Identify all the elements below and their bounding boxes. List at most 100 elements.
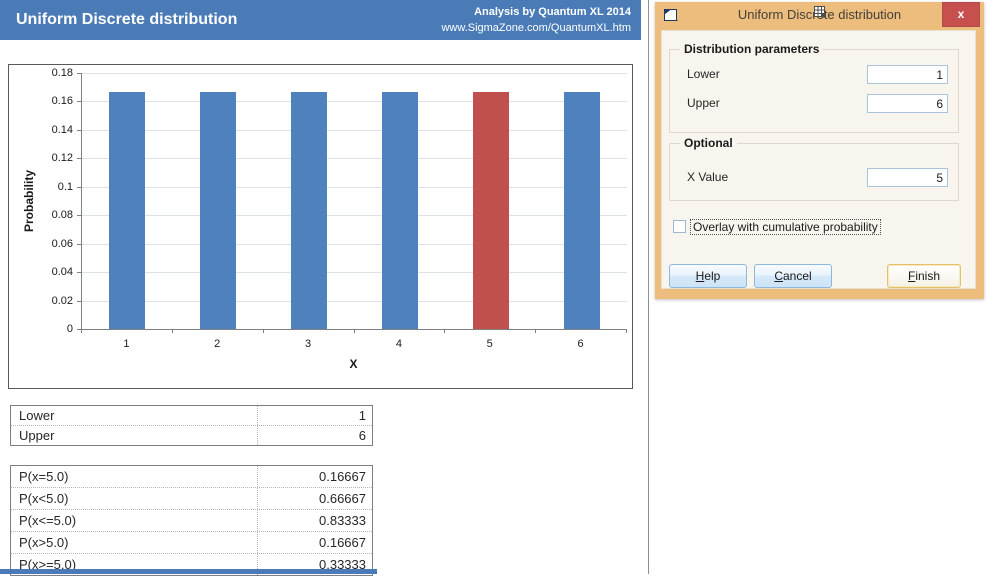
- close-icon: x: [958, 7, 965, 21]
- dialog-titlebar[interactable]: Uniform Discrete distribution x: [655, 2, 984, 30]
- probability-row-value: 0.66667: [257, 488, 372, 509]
- distribution-dialog: Uniform Discrete distribution x: [655, 2, 984, 299]
- gridline: [82, 158, 627, 159]
- upper-field-label: Upper: [687, 96, 720, 110]
- credit-url: www.SigmaZone.com/QuantumXL.htm: [441, 20, 631, 36]
- y-tick-mark: [77, 215, 81, 216]
- group-distribution-parameters: Distribution parameters Lower Upper: [669, 49, 959, 133]
- gridline: [82, 244, 627, 245]
- gridline: [82, 73, 627, 74]
- bar-x6: [564, 92, 600, 329]
- x-tick-mark: [354, 329, 355, 333]
- cancel-button[interactable]: Cancel: [754, 264, 832, 288]
- y-tick-label: 0.14: [23, 123, 73, 137]
- probability-table: P(x=5.0)0.16667P(x<5.0)0.66667P(x<=5.0)0…: [10, 465, 373, 576]
- gridline: [82, 301, 627, 302]
- y-tick-label: 0.08: [23, 208, 73, 222]
- probability-row-label: P(x=5.0): [11, 469, 257, 484]
- y-tick-mark: [77, 158, 81, 159]
- grid-cursor-icon: [813, 5, 827, 24]
- group-legend: Optional: [680, 136, 737, 150]
- y-tick-mark: [77, 73, 81, 74]
- y-tick-label: 0.12: [23, 151, 73, 165]
- upper-input[interactable]: [867, 94, 948, 113]
- credit-line: Analysis by Quantum XL 2014: [441, 4, 631, 20]
- x-tick-mark: [535, 329, 536, 333]
- x-tick-mark: [626, 329, 627, 333]
- credit-block: Analysis by Quantum XL 2014 www.SigmaZon…: [441, 4, 631, 36]
- probability-row-value: 0.83333: [257, 510, 372, 531]
- y-tick-label: 0.16: [23, 94, 73, 108]
- y-tick-label: 0: [23, 322, 73, 336]
- page-title: Uniform Discrete distribution: [16, 0, 237, 40]
- probability-bar-chart: Probability X 00.020.040.060.080.10.120.…: [8, 64, 633, 389]
- parameter-row: Lower1: [11, 406, 372, 425]
- report-header: Uniform Discrete distribution Analysis b…: [0, 0, 641, 40]
- plot-area: [81, 73, 627, 330]
- bar-x5: [473, 92, 509, 329]
- x-tick-mark: [81, 329, 82, 333]
- bar-x3: [291, 92, 327, 329]
- x-tick-label: 5: [444, 337, 535, 351]
- y-tick-label: 0.06: [23, 237, 73, 251]
- x-tick-mark: [444, 329, 445, 333]
- parameter-row-label: Lower: [11, 408, 257, 423]
- y-tick-label: 0.18: [23, 66, 73, 80]
- probability-row-label: P(x>5.0): [11, 535, 257, 550]
- gridline: [82, 272, 627, 273]
- x-tick-label: 4: [354, 337, 445, 351]
- y-tick-label: 0.04: [23, 265, 73, 279]
- parameter-row: Upper6: [11, 425, 372, 445]
- form-icon: [664, 9, 678, 27]
- probability-row: P(x=5.0)0.16667: [11, 466, 372, 487]
- y-tick-label: 0.1: [23, 180, 73, 194]
- x-tick-label: 2: [172, 337, 263, 351]
- gridline: [82, 215, 627, 216]
- group-optional: Optional X Value: [669, 143, 959, 201]
- x-tick-label: 1: [81, 337, 172, 351]
- probability-row-value: 0.16667: [257, 532, 372, 553]
- probability-row: P(x<5.0)0.66667: [11, 487, 372, 509]
- bar-x2: [200, 92, 236, 329]
- group-legend: Distribution parameters: [680, 42, 823, 56]
- dialog-body: Distribution parameters Lower Upper Opti…: [661, 30, 976, 289]
- y-tick-mark: [77, 301, 81, 302]
- panel-divider: [648, 0, 649, 574]
- help-button[interactable]: Help: [669, 264, 747, 288]
- gridline: [82, 187, 627, 188]
- overlay-checkbox-row: Overlay with cumulative probability: [673, 219, 881, 234]
- gridline: [82, 101, 627, 102]
- y-tick-mark: [77, 187, 81, 188]
- x-tick-mark: [172, 329, 173, 333]
- probability-row-label: P(x<=5.0): [11, 513, 257, 528]
- x-tick-label: 6: [535, 337, 626, 351]
- probability-row: P(x>5.0)0.16667: [11, 531, 372, 553]
- bar-x4: [382, 92, 418, 329]
- lower-input[interactable]: [867, 65, 948, 84]
- bar-x1: [109, 92, 145, 329]
- y-tick-label: 0.02: [23, 294, 73, 308]
- parameter-row-label: Upper: [11, 428, 257, 443]
- next-section-header-strip: [0, 569, 377, 574]
- parameter-row-value: 1: [257, 406, 372, 425]
- y-tick-mark: [77, 130, 81, 131]
- parameter-table: Lower1Upper6: [10, 405, 373, 446]
- overlay-checkbox-label[interactable]: Overlay with cumulative probability: [690, 219, 881, 235]
- gridline: [82, 130, 627, 131]
- parameter-row-value: 6: [257, 426, 372, 445]
- lower-field-label: Lower: [687, 67, 720, 81]
- overlay-checkbox[interactable]: [673, 220, 686, 233]
- xvalue-input[interactable]: [867, 168, 948, 187]
- probability-row-label: P(x<5.0): [11, 491, 257, 506]
- y-tick-mark: [77, 272, 81, 273]
- y-tick-mark: [77, 244, 81, 245]
- close-button[interactable]: x: [942, 2, 980, 27]
- x-tick-mark: [263, 329, 264, 333]
- probability-row-value: 0.16667: [257, 466, 372, 487]
- y-tick-mark: [77, 101, 81, 102]
- x-tick-label: 3: [263, 337, 354, 351]
- xvalue-field-label: X Value: [687, 170, 728, 184]
- x-axis-label: X: [81, 357, 626, 371]
- finish-button[interactable]: Finish: [887, 264, 961, 288]
- probability-row: P(x<=5.0)0.83333: [11, 509, 372, 531]
